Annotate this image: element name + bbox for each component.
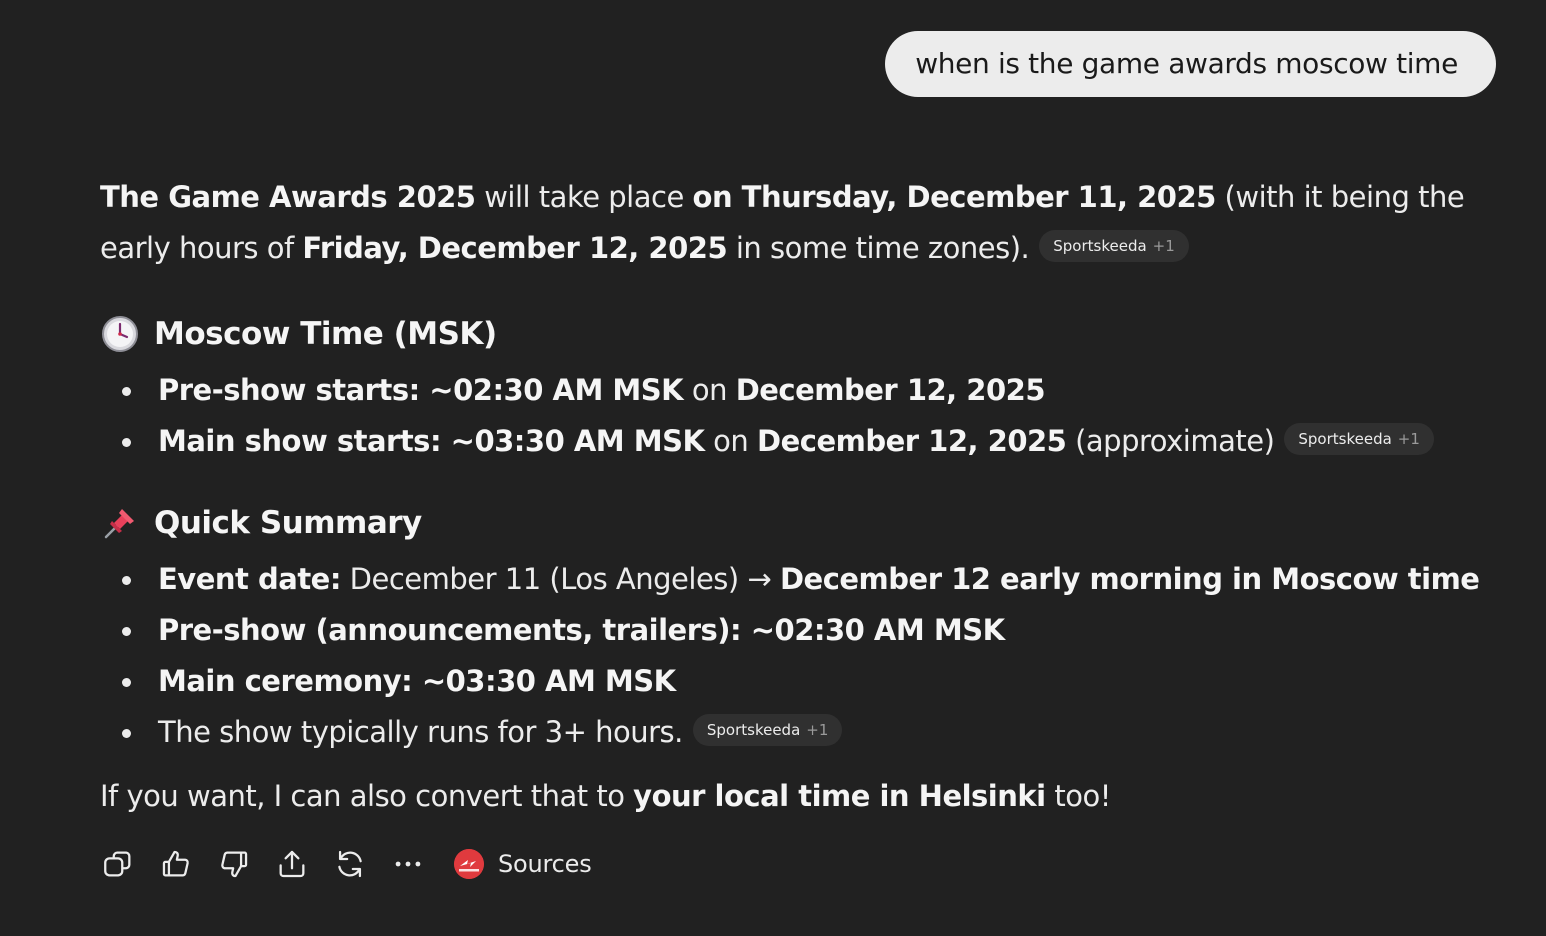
closing-paragraph: If you want, I can also convert that to … <box>100 771 1500 822</box>
intro-text-3: in some time zones). <box>727 231 1030 265</box>
list-item-bold-2: December 12 early morning in Moscow time <box>779 562 1480 596</box>
regenerate-button[interactable] <box>332 846 368 882</box>
list-item-bold: Event date: <box>158 562 341 596</box>
list-item-bold: Main ceremony: ~03:30 AM MSK <box>158 664 676 698</box>
thumbs-up-icon <box>162 850 189 877</box>
citation-chip[interactable]: Sportskeeda +1 <box>1284 423 1434 455</box>
citation-chip[interactable]: Sportskeeda +1 <box>1039 230 1189 262</box>
list-item-bold-2: December 12, 2025 <box>735 373 1046 407</box>
thumbs-down-button[interactable] <box>216 846 252 882</box>
response-action-bar: Sources <box>100 842 592 886</box>
list-item: The show typically runs for 3+ hours. Spo… <box>100 707 1500 758</box>
list-item-bold: Pre-show starts: ~02:30 AM MSK <box>158 373 684 407</box>
closing-bold: your local time in Helsinki <box>633 779 1046 813</box>
moscow-time-list: Pre-show starts: ~02:30 AM MSK on Decemb… <box>100 365 1500 467</box>
share-button[interactable] <box>274 846 310 882</box>
intro-paragraph: The Game Awards 2025 will take place on … <box>100 172 1500 274</box>
sportskeeda-logo-icon <box>454 849 484 879</box>
copy-button[interactable] <box>100 846 136 882</box>
list-item-bold: Main show starts: ~03:30 AM MSK <box>158 424 705 458</box>
more-icon <box>395 861 421 867</box>
regenerate-icon <box>338 850 362 878</box>
sources-label: Sources <box>498 850 592 878</box>
list-item-text: on <box>704 424 758 458</box>
list-item: Main show starts: ~03:30 AM MSK on Decem… <box>100 416 1500 467</box>
closing-text: If you want, I can also convert that to <box>100 779 634 813</box>
quick-summary-heading: Quick Summary <box>100 492 1500 554</box>
quick-summary-list: Event date: December 11 (Los Angeles) → … <box>100 554 1500 758</box>
citation-chip[interactable]: Sportskeeda +1 <box>692 714 843 746</box>
citation-more: +1 <box>1152 237 1175 255</box>
thumbs-down-icon <box>221 851 248 878</box>
user-message-bubble: when is the game awards moscow time <box>885 31 1496 97</box>
citation-more: +1 <box>806 721 829 739</box>
moscow-time-heading-text: Moscow Time (MSK) <box>154 316 497 352</box>
pushpin-icon <box>104 509 134 539</box>
assistant-response: The Game Awards 2025 will take place on … <box>100 172 1500 822</box>
sources-button[interactable]: Sources <box>454 849 592 879</box>
more-options-button[interactable] <box>390 846 426 882</box>
list-item-text: on <box>683 373 736 407</box>
share-icon <box>279 850 305 878</box>
moscow-time-heading: Moscow Time (MSK) <box>100 303 1500 365</box>
clock-icon <box>102 316 138 352</box>
quick-summary-heading-text: Quick Summary <box>154 505 422 541</box>
closing-text-2: too! <box>1045 779 1111 813</box>
list-item: Main ceremony: ~03:30 AM MSK <box>100 656 1500 707</box>
intro-bold-date: on Thursday, December 11, 2025 <box>692 180 1217 214</box>
intro-bold-date-2: Friday, December 12, 2025 <box>302 231 728 265</box>
citation-source: Sportskeeda <box>1298 430 1392 448</box>
list-item: Pre-show (announcements, trailers): ~02:… <box>100 605 1500 656</box>
thumbs-up-button[interactable] <box>158 846 194 882</box>
intro-bold-title: The Game Awards 2025 <box>100 180 476 214</box>
list-item-text: December 11 (Los Angeles) → <box>340 562 780 596</box>
copy-icon <box>104 851 131 877</box>
list-item: Pre-show starts: ~02:30 AM MSK on Decemb… <box>100 365 1500 416</box>
list-item-bold: Pre-show (announcements, trailers): ~02:… <box>158 613 1005 647</box>
citation-source: Sportskeeda <box>706 721 801 739</box>
list-item: Event date: December 11 (Los Angeles) → … <box>100 554 1500 605</box>
citation-source: Sportskeeda <box>1053 237 1147 255</box>
user-message-text: when is the game awards moscow time <box>915 47 1458 80</box>
citation-more: +1 <box>1397 430 1420 448</box>
list-item-text-2: (approximate) <box>1066 424 1275 458</box>
list-item-text: The show typically runs for 3+ hours. <box>158 715 683 749</box>
list-item-bold-2: December 12, 2025 <box>757 424 1067 458</box>
intro-text: will take place <box>475 180 693 214</box>
